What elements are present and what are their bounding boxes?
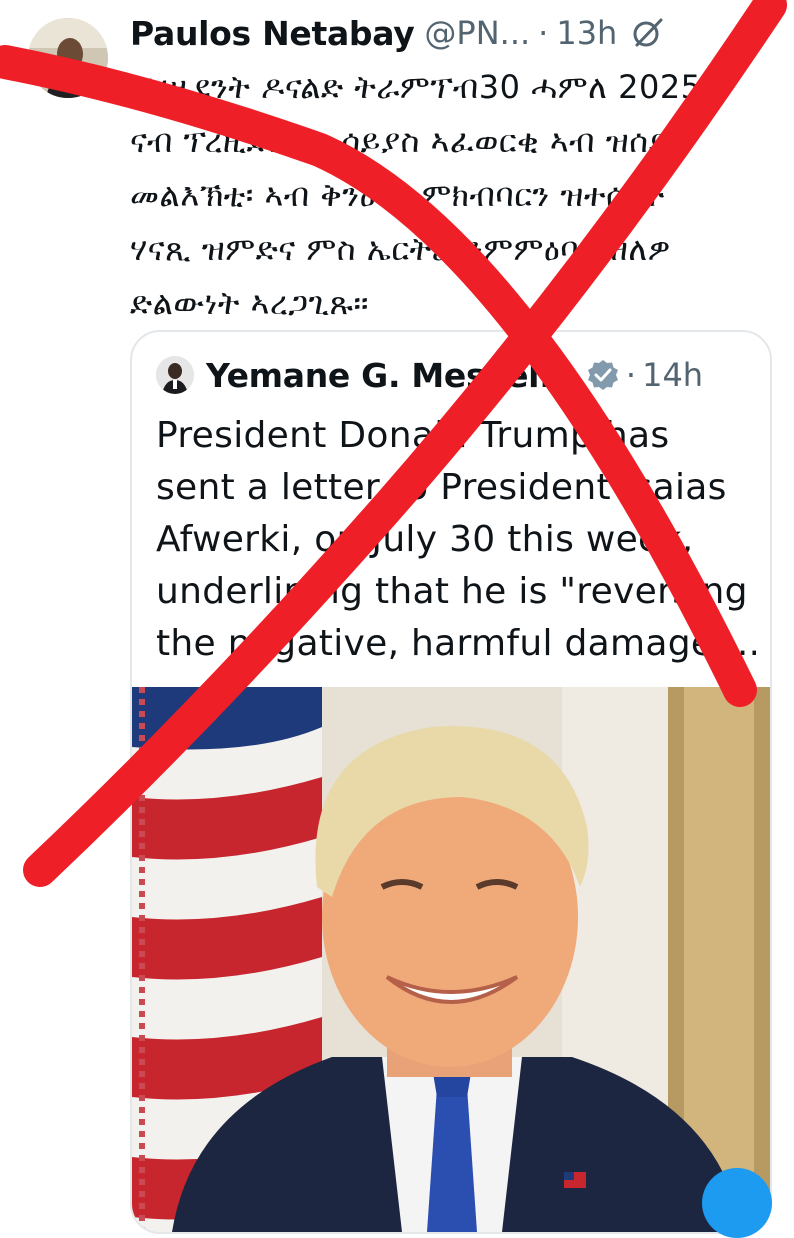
quoted-text-line: underlining that he is "reversing (156, 571, 748, 612)
verified-badge-icon (586, 358, 620, 392)
grok-icon[interactable] (631, 16, 665, 50)
quoted-tweet-text: President Donald Trump has sent a letter… (156, 410, 756, 670)
quoted-tweet-card[interactable]: Yemane G. Meskel... · 14h President Dona… (130, 330, 772, 1234)
tweet-text-line: ድልውነት ኣረጋጊጹ። (130, 284, 369, 322)
tweet-header: Paulos Netabay @PN... · 13h (130, 8, 774, 58)
quoted-tweet-time[interactable]: 14h (642, 356, 703, 394)
tweet-text-line: መልእኽቲ፡ ኣብ ቅንዕናን ምክብባርን ዝተሰረተ (130, 176, 665, 214)
separator-dot: · (538, 14, 549, 52)
separator-dot: · (625, 356, 637, 394)
tweet-text: ፕረዚደንት ዶናልድ ትራምፕብ30 ሓምለ 2025 ናብ ፕረዚደንት ኢ… (130, 60, 780, 330)
tweet-text-line: ፕረዚደንት ዶናልድ ትራምፕብ30 ሓምለ 2025 (130, 68, 702, 106)
quoted-author-name[interactable]: Yemane G. Meskel... (206, 356, 576, 395)
tweet-time[interactable]: 13h (556, 14, 617, 52)
quoted-text-line: Afwerki, on July 30 this week, (156, 519, 694, 560)
quoted-author-avatar[interactable] (156, 356, 194, 394)
author-avatar[interactable] (28, 18, 108, 98)
tweet-text-line: ናብ ፕረዚደንት ኢሳይያስ ኣፈወርቂ ኣብ ዝሰደዶ (130, 122, 691, 160)
compose-button[interactable] (702, 1168, 772, 1238)
author-handle[interactable]: @PN... (424, 14, 530, 52)
tweet-text-line: ሃናጺ ዝምድና ምስ ኤርትራ ንምምዕባል ዘለዎ (130, 230, 671, 268)
quoted-tweet-header: Yemane G. Meskel... · 14h (156, 350, 750, 400)
quoted-text-line: sent a letter to President Isaias (156, 467, 727, 508)
quoted-text-line: the negative, harmful damage ... (156, 623, 756, 664)
author-name[interactable]: Paulos Netabay (130, 14, 415, 53)
portrait-photo[interactable] (132, 687, 770, 1232)
quoted-text-line: President Donald Trump has (156, 415, 670, 456)
